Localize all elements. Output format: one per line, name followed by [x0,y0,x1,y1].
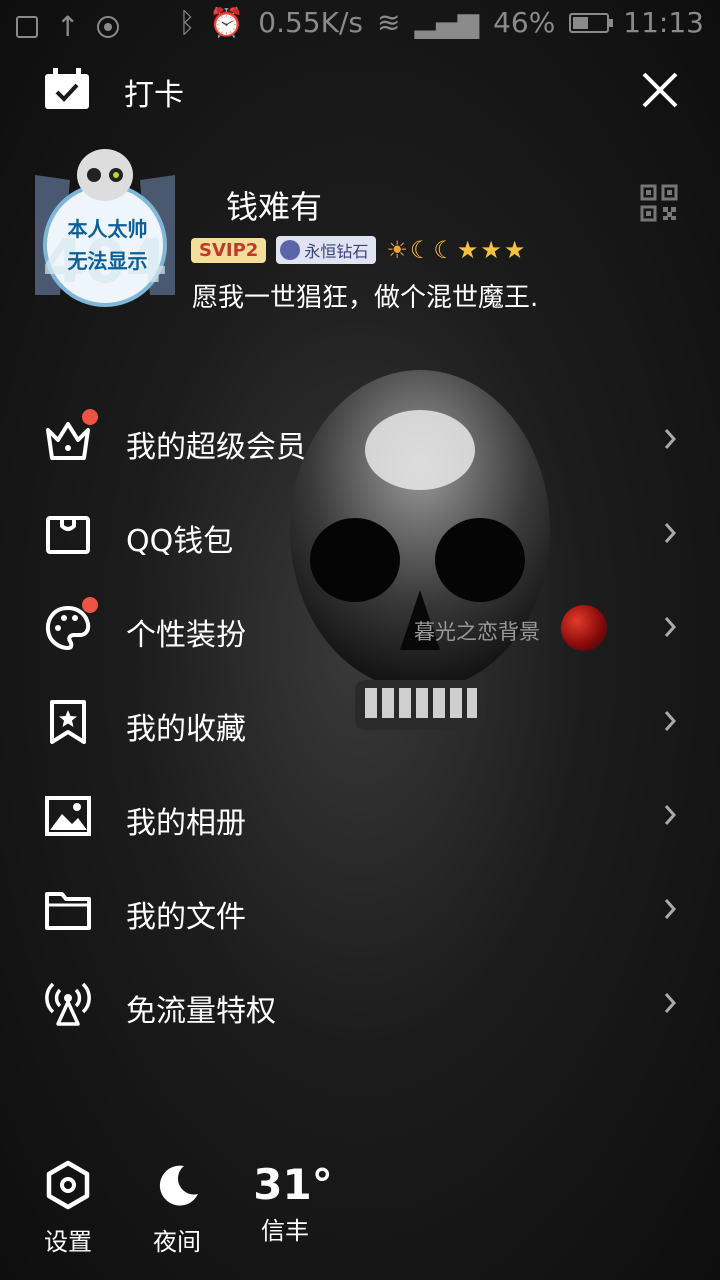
star-icon: ★ [503,236,526,264]
wallet-icon [46,516,90,554]
city-label: 信丰 [261,1217,309,1245]
menu-item-label: 我的相册 [126,806,246,841]
diamond-badge[interactable]: 永恒钻石 [276,236,377,264]
settings-button[interactable]: 设置 [18,1160,118,1257]
diamond-badge-label: 永恒钻石 [304,242,369,261]
menu-item-label: 个性装扮 [126,618,246,653]
wifi-icon: ≋ [376,6,401,39]
qr-code-icon[interactable] [640,184,678,222]
folder-icon [45,892,91,930]
menu-item-super-vip[interactable]: 我的超级会员 [0,394,720,488]
temperature: 31° [253,1160,333,1209]
signature[interactable]: 愿我一世猖狂，做个混世魔王. [192,277,538,314]
checkin-calendar-icon[interactable] [44,68,90,110]
battery-icon [569,12,614,33]
menu-item-label: 免流量特权 [126,994,276,1029]
star-icon: ★ [456,236,479,264]
network-speed: 0.55K/s [258,6,363,39]
svip-badge[interactable]: SVIP2 [191,237,267,263]
menu-item-qq-wallet[interactable]: QQ钱包 [0,488,720,582]
menu-item-favorites[interactable]: 我的收藏 [0,676,720,770]
chevron-right-icon [664,805,677,825]
moon-icon: ☾ [433,236,455,264]
chevron-right-icon [664,523,677,543]
bookmark-icon [50,700,86,744]
level-icons[interactable]: ☀ ☾ ☾ ★ ★ ★ [386,236,525,264]
antenna-icon [45,982,91,1026]
menu-item-label: 我的文件 [126,900,246,935]
menu-item-free-data[interactable]: 免流量特权 [0,958,720,1052]
clock: 11:13 [623,6,704,39]
badges-row: SVIP2 永恒钻石 ☀ ☾ ☾ ★ ★ ★ [191,236,525,264]
chevron-right-icon [664,617,677,637]
menu-item-album[interactable]: 我的相册 [0,770,720,864]
notification-dot [82,409,98,425]
signal-icon: ▂▄▆ [414,6,480,39]
menu-item-label: QQ钱包 [126,524,234,559]
alarm-icon: ⏰ [209,6,245,39]
upload-arrow-icon: ↑ [56,10,80,43]
nickname[interactable]: 钱难有 [226,182,322,228]
diamond-icon [280,240,301,260]
night-mode-button[interactable]: 夜间 [127,1160,227,1257]
photo-icon [45,796,91,836]
menu-item-label: 我的收藏 [126,712,246,747]
status-bar: ↑ ᛒ ⏰ 0.55K/s ≋ ▂▄▆ 46% 11:13 [0,0,720,50]
close-icon[interactable] [640,70,680,110]
record-icon [97,15,120,38]
avatar-text-line2: 无法显示 [67,249,148,273]
theme-thumbnail [561,605,607,651]
menu-item-label: 我的超级会员 [126,430,306,465]
apps-icon [16,15,38,38]
settings-label: 设置 [44,1228,92,1256]
avatar[interactable]: 404 本人太帅 无法显示 [30,145,180,315]
menu-item-personalize[interactable]: 个性装扮 暮光之恋背景 [0,582,720,676]
bluetooth-icon: ᛒ [178,6,196,39]
chevron-right-icon [664,711,677,731]
battery-percent: 46% [493,6,556,39]
notification-dot [82,597,98,613]
checkin-label[interactable]: 打卡 [124,70,184,114]
sun-icon: ☀ [386,236,408,264]
current-theme-name: 暮光之恋背景 [414,620,540,644]
moon-icon: ☾ [409,236,432,264]
settings-hexagon-icon [46,1160,90,1210]
night-mode-label: 夜间 [153,1228,201,1256]
chevron-right-icon [664,993,677,1013]
chevron-right-icon [664,429,677,449]
weather-widget[interactable]: 31° 信丰 [243,1160,343,1246]
chevron-right-icon [664,899,677,919]
menu-item-files[interactable]: 我的文件 [0,864,720,958]
moon-icon [159,1165,198,1206]
star-icon: ★ [480,236,502,264]
avatar-text-line1: 本人太帅 [67,217,148,241]
